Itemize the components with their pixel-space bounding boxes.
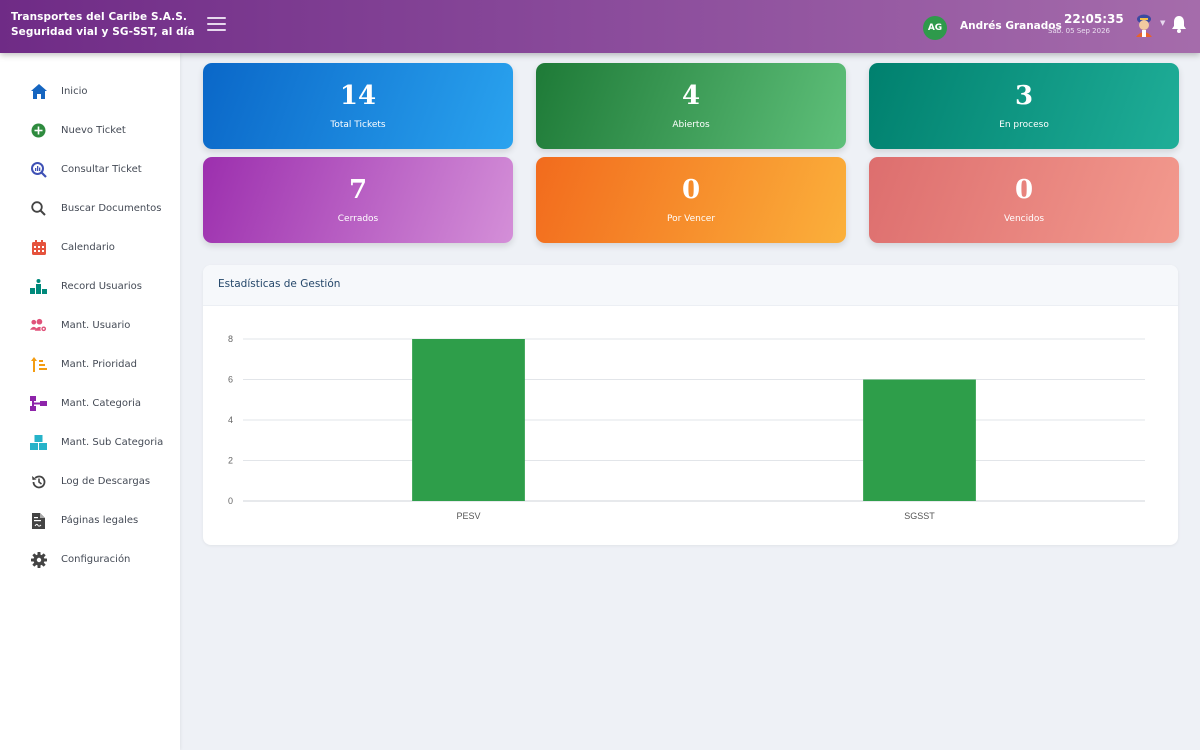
clock-date: Sáb. 05 Sep 2026	[1048, 27, 1110, 35]
user-menu-icon[interactable]	[1133, 13, 1155, 37]
bar-pesv	[412, 339, 525, 501]
sidebar-item-label: Mant. Usuario	[61, 320, 131, 331]
calendar-icon	[30, 239, 47, 256]
sidebar-item-label: Nuevo Ticket	[61, 125, 126, 136]
card-value: 3	[1014, 81, 1034, 111]
card-label: Abiertos	[672, 120, 710, 130]
sidebar-item-paginas-legales[interactable]: Páginas legales	[0, 501, 180, 540]
card-total-tickets[interactable]: 14 Total Tickets	[203, 63, 513, 149]
sidebar-item-mant-sub-categoria[interactable]: Mant. Sub Categoria	[0, 423, 180, 462]
clock-time: 22:05:35	[1064, 12, 1124, 26]
stats-panel-header: Estadísticas de Gestión	[203, 265, 1178, 306]
top-header: Transportes del Caribe S.A.S. Seguridad …	[0, 0, 1200, 53]
sidebar-item-buscar-documentos[interactable]: Buscar Documentos	[0, 189, 180, 228]
sidebar-item-label: Buscar Documentos	[61, 203, 162, 214]
users-cog-icon	[30, 317, 47, 334]
stats-panel: Estadísticas de Gestión 0 2 4 6 8 PESV SGSST	[203, 265, 1178, 545]
sidebar-item-label: Record Usuarios	[61, 281, 142, 292]
avatar[interactable]: AG	[923, 16, 947, 40]
sidebar-item-consultar-ticket[interactable]: Consultar Ticket	[0, 150, 180, 189]
card-label: Cerrados	[337, 214, 379, 224]
menu-icon[interactable]	[207, 17, 226, 33]
sidebar-item-record-usuarios[interactable]: Record Usuarios	[0, 267, 180, 306]
card-label: Vencidos	[1003, 214, 1045, 224]
home-icon	[30, 83, 47, 100]
sidebar-item-log-descargas[interactable]: Log de Descargas	[0, 462, 180, 501]
stats-panel-title: Estadísticas de Gestión	[218, 278, 341, 290]
podium-icon	[30, 278, 47, 295]
x-tick-label: PESV	[456, 511, 480, 521]
sidebar-item-label: Páginas legales	[61, 515, 139, 526]
bar-sgsst	[863, 379, 976, 501]
sidebar-item-label: Mant. Sub Categoria	[61, 437, 164, 448]
sidebar-item-label: Configuración	[61, 554, 131, 565]
sidebar-item-mant-categoria[interactable]: Mant. Categoria	[0, 384, 180, 423]
sidebar-item-label: Consultar Ticket	[61, 164, 142, 175]
search-icon	[30, 200, 47, 217]
y-tick-label: 4	[228, 415, 233, 425]
card-value: 4	[681, 81, 701, 111]
sidebar-item-mant-prioridad[interactable]: Mant. Prioridad	[0, 345, 180, 384]
y-tick-label: 8	[228, 334, 233, 344]
search-chart-icon	[30, 161, 47, 178]
stats-bar-chart: 0 2 4 6 8 PESV SGSST	[228, 334, 1145, 521]
y-tick-label: 6	[228, 375, 233, 385]
sort-priority-icon	[30, 356, 47, 373]
x-tick-label: SGSST	[904, 511, 935, 521]
y-tick-label: 0	[228, 496, 233, 506]
card-label: Total Tickets	[330, 120, 386, 130]
sidebar-item-label: Calendario	[61, 242, 115, 253]
sitemap-icon	[30, 395, 47, 412]
y-tick-label: 2	[228, 456, 233, 466]
card-label: En proceso	[999, 120, 1049, 130]
sidebar-item-label: Mant. Categoria	[61, 398, 142, 409]
sidebar-item-label: Mant. Prioridad	[61, 359, 137, 370]
card-en-proceso[interactable]: 3 En proceso	[869, 63, 1179, 149]
card-label: Por Vencer	[666, 214, 716, 224]
bell-icon[interactable]	[1171, 15, 1187, 33]
history-icon	[30, 473, 47, 490]
sidebar: Inicio Nuevo Ticket Consultar Ticket Bus…	[0, 53, 180, 750]
card-abiertos[interactable]: 4 Abiertos	[536, 63, 846, 149]
company-brand[interactable]: Transportes del Caribe S.A.S. Seguridad …	[11, 10, 195, 40]
company-tagline: Seguridad vial y SG-SST, al día	[11, 26, 195, 38]
card-value: 7	[348, 175, 368, 205]
gear-icon	[30, 551, 47, 568]
card-vencidos[interactable]: 0 Vencidos	[869, 157, 1179, 243]
card-cerrados[interactable]: 7 Cerrados	[203, 157, 513, 243]
card-por-vencer[interactable]: 0 Por Vencer	[536, 157, 846, 243]
sidebar-item-label: Inicio	[61, 86, 88, 97]
card-value: 14	[339, 81, 377, 111]
user-name[interactable]: Andrés Granados	[960, 20, 1062, 32]
card-value: 0	[681, 175, 701, 205]
sidebar-item-label: Log de Descargas	[61, 476, 151, 487]
sidebar-item-mant-usuario[interactable]: Mant. Usuario	[0, 306, 180, 345]
plus-circle-icon	[30, 122, 47, 139]
file-contract-icon	[30, 512, 47, 529]
sidebar-item-calendario[interactable]: Calendario	[0, 228, 180, 267]
company-name: Transportes del Caribe S.A.S.	[11, 11, 188, 23]
sidebar-item-inicio[interactable]: Inicio	[0, 72, 180, 111]
sidebar-item-nuevo-ticket[interactable]: Nuevo Ticket	[0, 111, 180, 150]
caret-down-icon[interactable]: ▼	[1160, 19, 1165, 27]
boxes-icon	[30, 434, 47, 451]
card-value: 0	[1014, 175, 1034, 205]
sidebar-item-configuracion[interactable]: Configuración	[0, 540, 180, 579]
